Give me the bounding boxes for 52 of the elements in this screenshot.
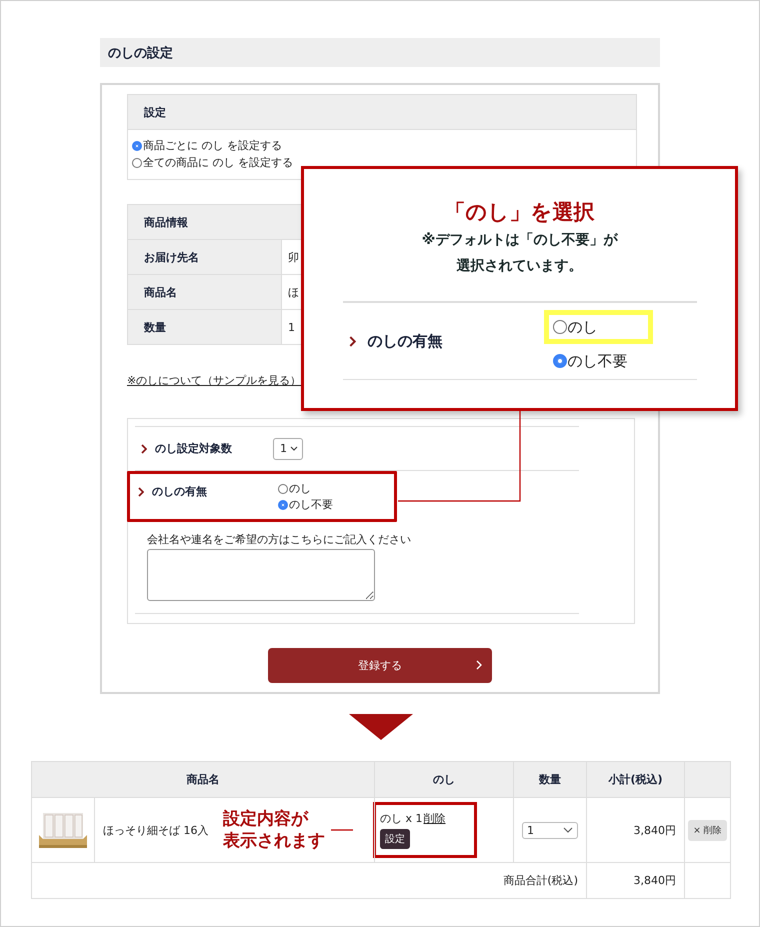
callout-note: 選択されています。 [456,257,582,276]
noshi-info: のし x 1 [380,811,423,826]
submit-button[interactable]: 登録する [268,648,492,683]
radio-button[interactable] [278,500,288,510]
radio-button[interactable] [278,484,288,494]
quantity-select[interactable]: 1 [522,822,578,838]
field-label: のしの有無 [368,332,444,350]
sample-link[interactable]: ※のしについて（サンプルを見る） [127,373,302,388]
settings-header: 設定 [128,95,636,130]
radio-option[interactable]: のし不要 [544,344,652,378]
table-cell: 数量 [128,310,282,344]
column-header: 商品名 [32,762,374,798]
table-cell: 3,840円 [586,862,684,898]
table-cell: 3,840円 [586,798,684,862]
field-label: のしの有無 [152,484,208,499]
radio-option[interactable]: 商品ごとに のし を設定する [132,139,632,153]
delete-link[interactable]: 削除 [424,811,446,826]
column-header: 数量 [514,762,586,798]
text-area[interactable] [147,549,375,601]
radio-button[interactable] [552,354,566,368]
annotation-text: 表示されます [223,830,325,852]
table-cell-text: 1 [287,320,295,336]
leader-line [331,829,353,831]
count-select[interactable]: 1 [273,438,303,460]
settings-button[interactable]: 設定 [380,829,410,849]
product-name: ほっそり細そば 16入 [103,822,210,838]
radio-button[interactable] [132,141,142,151]
radio-option[interactable]: のし不要 [278,498,333,512]
radio-option[interactable]: のし [278,482,333,496]
chevron-right-icon [476,660,482,670]
chevron-icon [348,336,356,346]
delete-button[interactable]: × 削除 [688,820,727,840]
radio-button[interactable] [552,320,566,334]
chevron-icon [138,487,144,497]
field-label: のし設定対象数 [155,441,233,456]
chevron-down-icon [563,827,573,833]
table-cell: 商品合計(税込) [32,862,586,898]
chevron-icon [141,444,147,454]
radio-option[interactable]: 全ての商品に のし を設定する [132,156,632,170]
field-label: 会社名や連名をご希望の方はこちらにご記入ください [147,532,412,547]
column-header: 小計(税込) [586,762,684,798]
annotation-text: 設定内容が [223,808,310,830]
column-header: のし [374,762,514,798]
table-cell: お届け先名 [128,240,282,274]
chevron-down-icon [290,446,298,452]
table-cell: 商品名 [128,275,282,309]
section-title: のしの設定 [108,44,173,62]
down-arrow-icon [349,714,413,740]
table-cell-text: ほ [287,284,299,300]
radio-button[interactable] [132,158,142,168]
radio-option[interactable]: のし [544,310,652,344]
table-cell-text: 卯 [287,250,299,266]
